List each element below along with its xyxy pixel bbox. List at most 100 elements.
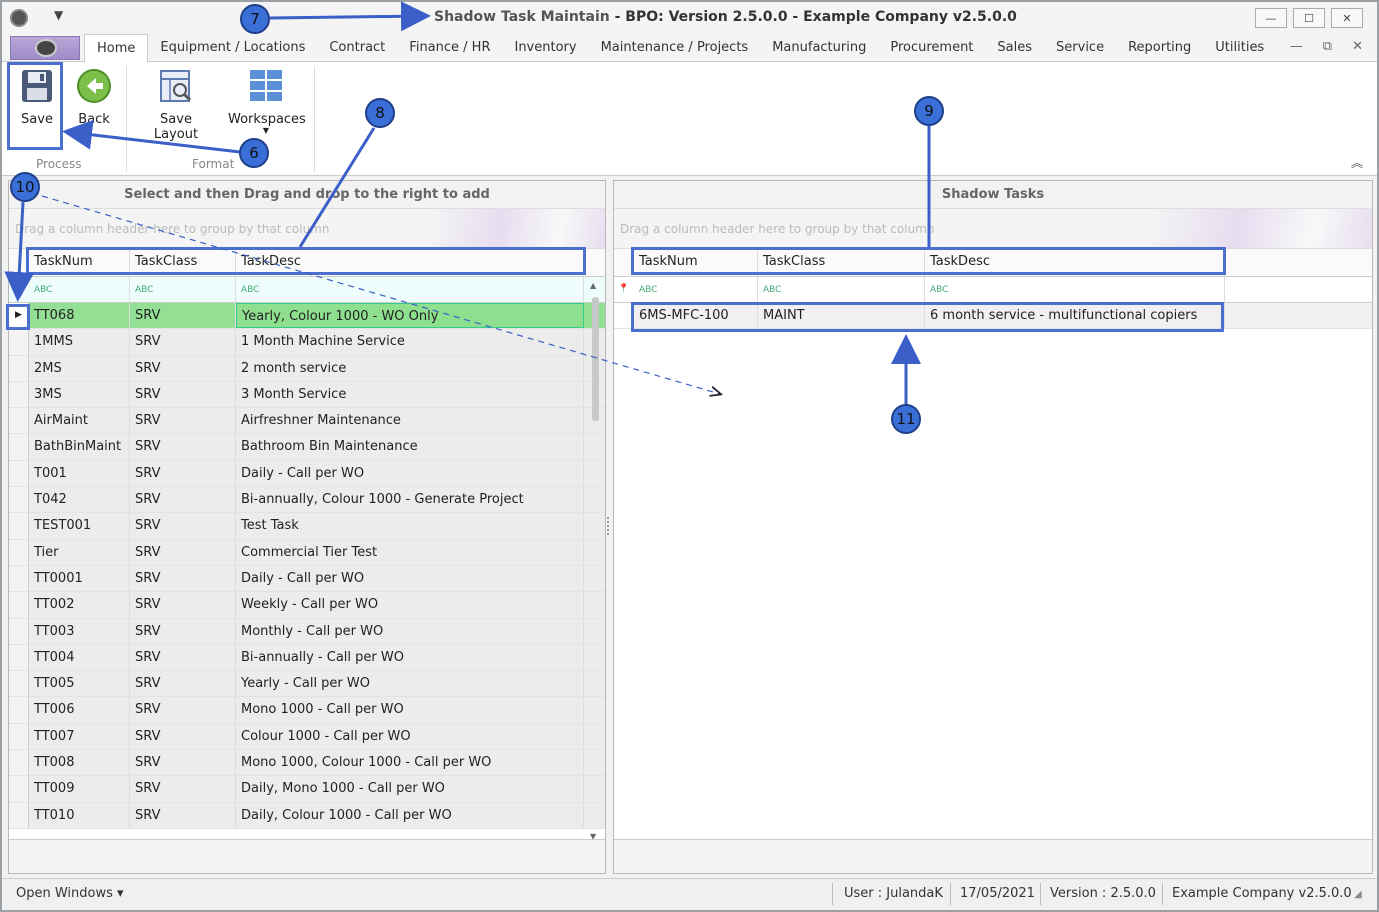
cell-tasknum[interactable]: TT005	[29, 671, 130, 697]
cell-taskclass[interactable]: SRV	[130, 408, 236, 434]
cell-taskclass[interactable]: SRV	[130, 355, 236, 381]
row-indicator[interactable]	[9, 329, 29, 355]
panel-splitter[interactable]	[607, 517, 611, 535]
table-row[interactable]: BathBinMaint SRV Bathroom Bin Maintenance	[9, 434, 605, 461]
row-indicator[interactable]	[9, 460, 29, 487]
table-row[interactable]: Tier SRV Commercial Tier Test	[9, 539, 605, 566]
row-indicator[interactable]	[9, 513, 29, 539]
cell-taskclass[interactable]: SRV	[130, 329, 236, 355]
table-row[interactable]: TT009 SRV Daily, Mono 1000 - Call per WO	[9, 776, 605, 803]
row-indicator[interactable]	[9, 355, 29, 381]
left-filter-taskdesc[interactable]: ABC	[236, 277, 584, 302]
application-menu-button[interactable]	[10, 36, 80, 60]
table-row[interactable]: T001 SRV Daily - Call per WO	[9, 460, 605, 488]
cell-taskclass[interactable]: SRV	[130, 565, 236, 592]
right-group-by-area[interactable]: Drag a column header here to group by th…	[614, 209, 1372, 249]
cell-tasknum[interactable]: TT004	[29, 644, 130, 671]
table-row[interactable]: TT0001 SRV Daily - Call per WO	[9, 565, 605, 593]
table-row[interactable]: T042 SRV Bi-annually, Colour 1000 - Genera…	[9, 487, 605, 514]
cell-taskdesc[interactable]: Daily, Mono 1000 - Call per WO	[236, 776, 584, 802]
tab-utilities[interactable]: Utilities	[1203, 34, 1276, 62]
cell-taskclass[interactable]: SRV	[130, 697, 236, 723]
cell-taskclass[interactable]: MAINT	[758, 303, 925, 329]
cell-tasknum[interactable]: TT006	[29, 697, 130, 723]
cell-taskdesc[interactable]: Bathroom Bin Maintenance	[236, 434, 584, 460]
right-filter-taskdesc[interactable]: ABC	[925, 277, 1225, 302]
cell-taskclass[interactable]: SRV	[130, 460, 236, 487]
open-windows-button[interactable]: Open Windows ▾	[16, 886, 124, 901]
tab-maintenance-projects[interactable]: Maintenance / Projects	[589, 34, 761, 62]
table-row[interactable]: 1MMS SRV 1 Month Machine Service	[9, 329, 605, 356]
cell-taskclass[interactable]: SRV	[130, 802, 236, 828]
cell-taskdesc[interactable]: Test Task	[236, 513, 584, 539]
row-indicator[interactable]	[9, 487, 29, 513]
row-indicator[interactable]	[9, 618, 29, 644]
cell-taskdesc[interactable]: Weekly - Call per WO	[236, 592, 584, 618]
row-indicator[interactable]	[9, 697, 29, 723]
table-row[interactable]: TEST001 SRV Test Task	[9, 513, 605, 540]
tab-equipment-locations[interactable]: Equipment / Locations	[148, 34, 317, 62]
cell-tasknum[interactable]: TT068	[29, 303, 130, 329]
left-col-tasknum[interactable]: TaskNum	[29, 249, 130, 276]
row-indicator[interactable]	[9, 723, 29, 750]
row-indicator[interactable]	[9, 434, 29, 460]
cell-taskclass[interactable]: SRV	[130, 776, 236, 802]
table-row[interactable]: TT002 SRV Weekly - Call per WO	[9, 592, 605, 619]
quick-access-dropdown-icon[interactable]: ▼	[54, 8, 63, 22]
cell-tasknum[interactable]: 6MS-MFC-100	[634, 303, 758, 329]
close-button[interactable]: ✕	[1331, 8, 1363, 28]
table-row[interactable]: AirMaint SRV Airfreshner Maintenance	[9, 408, 605, 435]
tab-manufacturing[interactable]: Manufacturing	[760, 34, 878, 62]
cell-taskdesc[interactable]: Yearly - Call per WO	[236, 671, 584, 697]
table-row[interactable]: 3MS SRV 3 Month Service	[9, 381, 605, 409]
table-row[interactable]: 6MS-MFC-100 MAINT 6 month service - multif…	[614, 303, 1372, 330]
cell-taskdesc[interactable]: Mono 1000, Colour 1000 - Call per WO	[236, 750, 584, 776]
maximize-button[interactable]: ☐	[1293, 8, 1325, 28]
row-indicator[interactable]: ▶	[9, 303, 29, 329]
left-filter-tasknum[interactable]: ABC	[29, 277, 130, 302]
left-col-taskclass[interactable]: TaskClass	[130, 249, 236, 276]
mdi-minimize-button[interactable]: —	[1290, 39, 1303, 54]
cell-tasknum[interactable]: TT009	[29, 776, 130, 802]
cell-taskdesc[interactable]: Monthly - Call per WO	[236, 618, 584, 644]
tab-procurement[interactable]: Procurement	[878, 34, 985, 62]
row-indicator[interactable]	[9, 802, 29, 828]
row-indicator[interactable]	[9, 671, 29, 697]
row-indicator[interactable]	[9, 539, 29, 565]
app-logo-icon[interactable]	[10, 9, 28, 27]
cell-taskdesc[interactable]: Bi-annually - Call per WO	[236, 644, 584, 671]
table-row[interactable]: TT010 SRV Daily, Colour 1000 - Call per WO	[9, 802, 605, 829]
row-indicator[interactable]	[9, 776, 29, 802]
cell-tasknum[interactable]: TT007	[29, 723, 130, 750]
row-indicator[interactable]	[9, 408, 29, 434]
cell-taskdesc[interactable]: Colour 1000 - Call per WO	[236, 723, 584, 750]
left-filter-taskclass[interactable]: ABC	[130, 277, 236, 302]
cell-taskclass[interactable]: SRV	[130, 303, 236, 329]
tab-service[interactable]: Service	[1044, 34, 1116, 62]
right-col-taskdesc[interactable]: TaskDesc	[925, 249, 1225, 276]
tab-contract[interactable]: Contract	[317, 34, 397, 62]
cell-tasknum[interactable]: TEST001	[29, 513, 130, 539]
right-col-tasknum[interactable]: TaskNum	[634, 249, 758, 276]
mdi-restore-button[interactable]: ⧉	[1323, 39, 1332, 54]
cell-tasknum[interactable]: T042	[29, 487, 130, 513]
pin-icon[interactable]: 📍	[614, 277, 634, 302]
cell-taskclass[interactable]: SRV	[130, 592, 236, 618]
cell-taskdesc[interactable]: Mono 1000 - Call per WO	[236, 697, 584, 723]
right-filter-tasknum[interactable]: ABC	[634, 277, 758, 302]
table-row[interactable]: 2MS SRV 2 month service	[9, 355, 605, 382]
cell-taskclass[interactable]: SRV	[130, 723, 236, 750]
cell-tasknum[interactable]: T001	[29, 460, 130, 487]
tab-reporting[interactable]: Reporting	[1116, 34, 1203, 62]
cell-taskdesc[interactable]: Airfreshner Maintenance	[236, 408, 584, 434]
resize-grip-icon[interactable]: ◢	[1354, 889, 1362, 900]
row-indicator[interactable]	[9, 565, 29, 592]
cell-taskdesc[interactable]: Commercial Tier Test	[236, 539, 584, 565]
cell-taskdesc[interactable]: Daily - Call per WO	[236, 565, 584, 592]
cell-taskclass[interactable]: SRV	[130, 381, 236, 408]
cell-taskclass[interactable]: SRV	[130, 618, 236, 644]
tab-finance-hr[interactable]: Finance / HR	[397, 34, 502, 62]
cell-tasknum[interactable]: TT010	[29, 802, 130, 828]
mdi-close-button[interactable]: ✕	[1352, 39, 1363, 54]
row-indicator[interactable]	[9, 750, 29, 776]
